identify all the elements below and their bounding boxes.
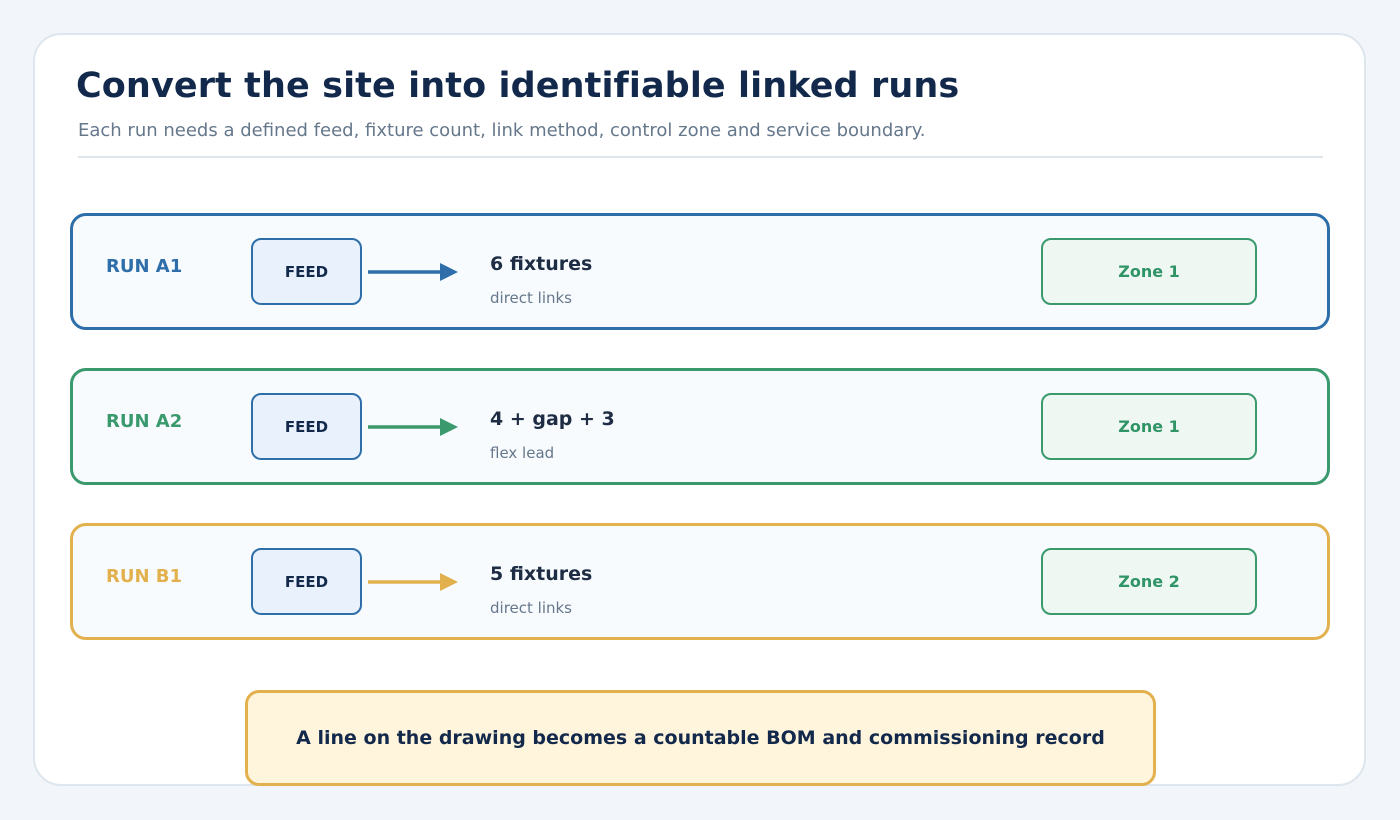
fixture-count: 4 + gap + 3 xyxy=(490,408,615,430)
page-subtitle: Each run needs a defined feed, fixture c… xyxy=(78,120,926,141)
control-zone-box: Zone 2 xyxy=(1041,548,1257,615)
feed-arrow-icon xyxy=(368,418,458,436)
feed-arrow-icon xyxy=(368,573,458,591)
run-label: RUN B1 xyxy=(106,566,183,587)
feed-box: FEED xyxy=(251,548,362,615)
link-method: flex lead xyxy=(490,444,555,462)
fixture-count: 6 fixtures xyxy=(490,253,593,275)
link-method: direct links xyxy=(490,289,572,307)
run-row-a1: RUN A1 FEED 6 fixtures direct links Zone… xyxy=(70,213,1330,330)
fixture-count: 5 fixtures xyxy=(490,563,593,585)
run-row-a2: RUN A2 FEED 4 + gap + 3 flex lead Zone 1 xyxy=(70,368,1330,485)
run-label: RUN A1 xyxy=(106,256,183,277)
control-zone-box: Zone 1 xyxy=(1041,393,1257,460)
feed-box: FEED xyxy=(251,238,362,305)
page-title: Convert the site into identifiable linke… xyxy=(76,66,960,106)
run-label: RUN A2 xyxy=(106,411,183,432)
run-row-b1: RUN B1 FEED 5 fixtures direct links Zone… xyxy=(70,523,1330,640)
feed-arrow-icon xyxy=(368,263,458,281)
summary-callout: A line on the drawing becomes a countabl… xyxy=(245,690,1156,786)
link-method: direct links xyxy=(490,599,572,617)
header-divider xyxy=(78,156,1323,158)
feed-box: FEED xyxy=(251,393,362,460)
control-zone-box: Zone 1 xyxy=(1041,238,1257,305)
